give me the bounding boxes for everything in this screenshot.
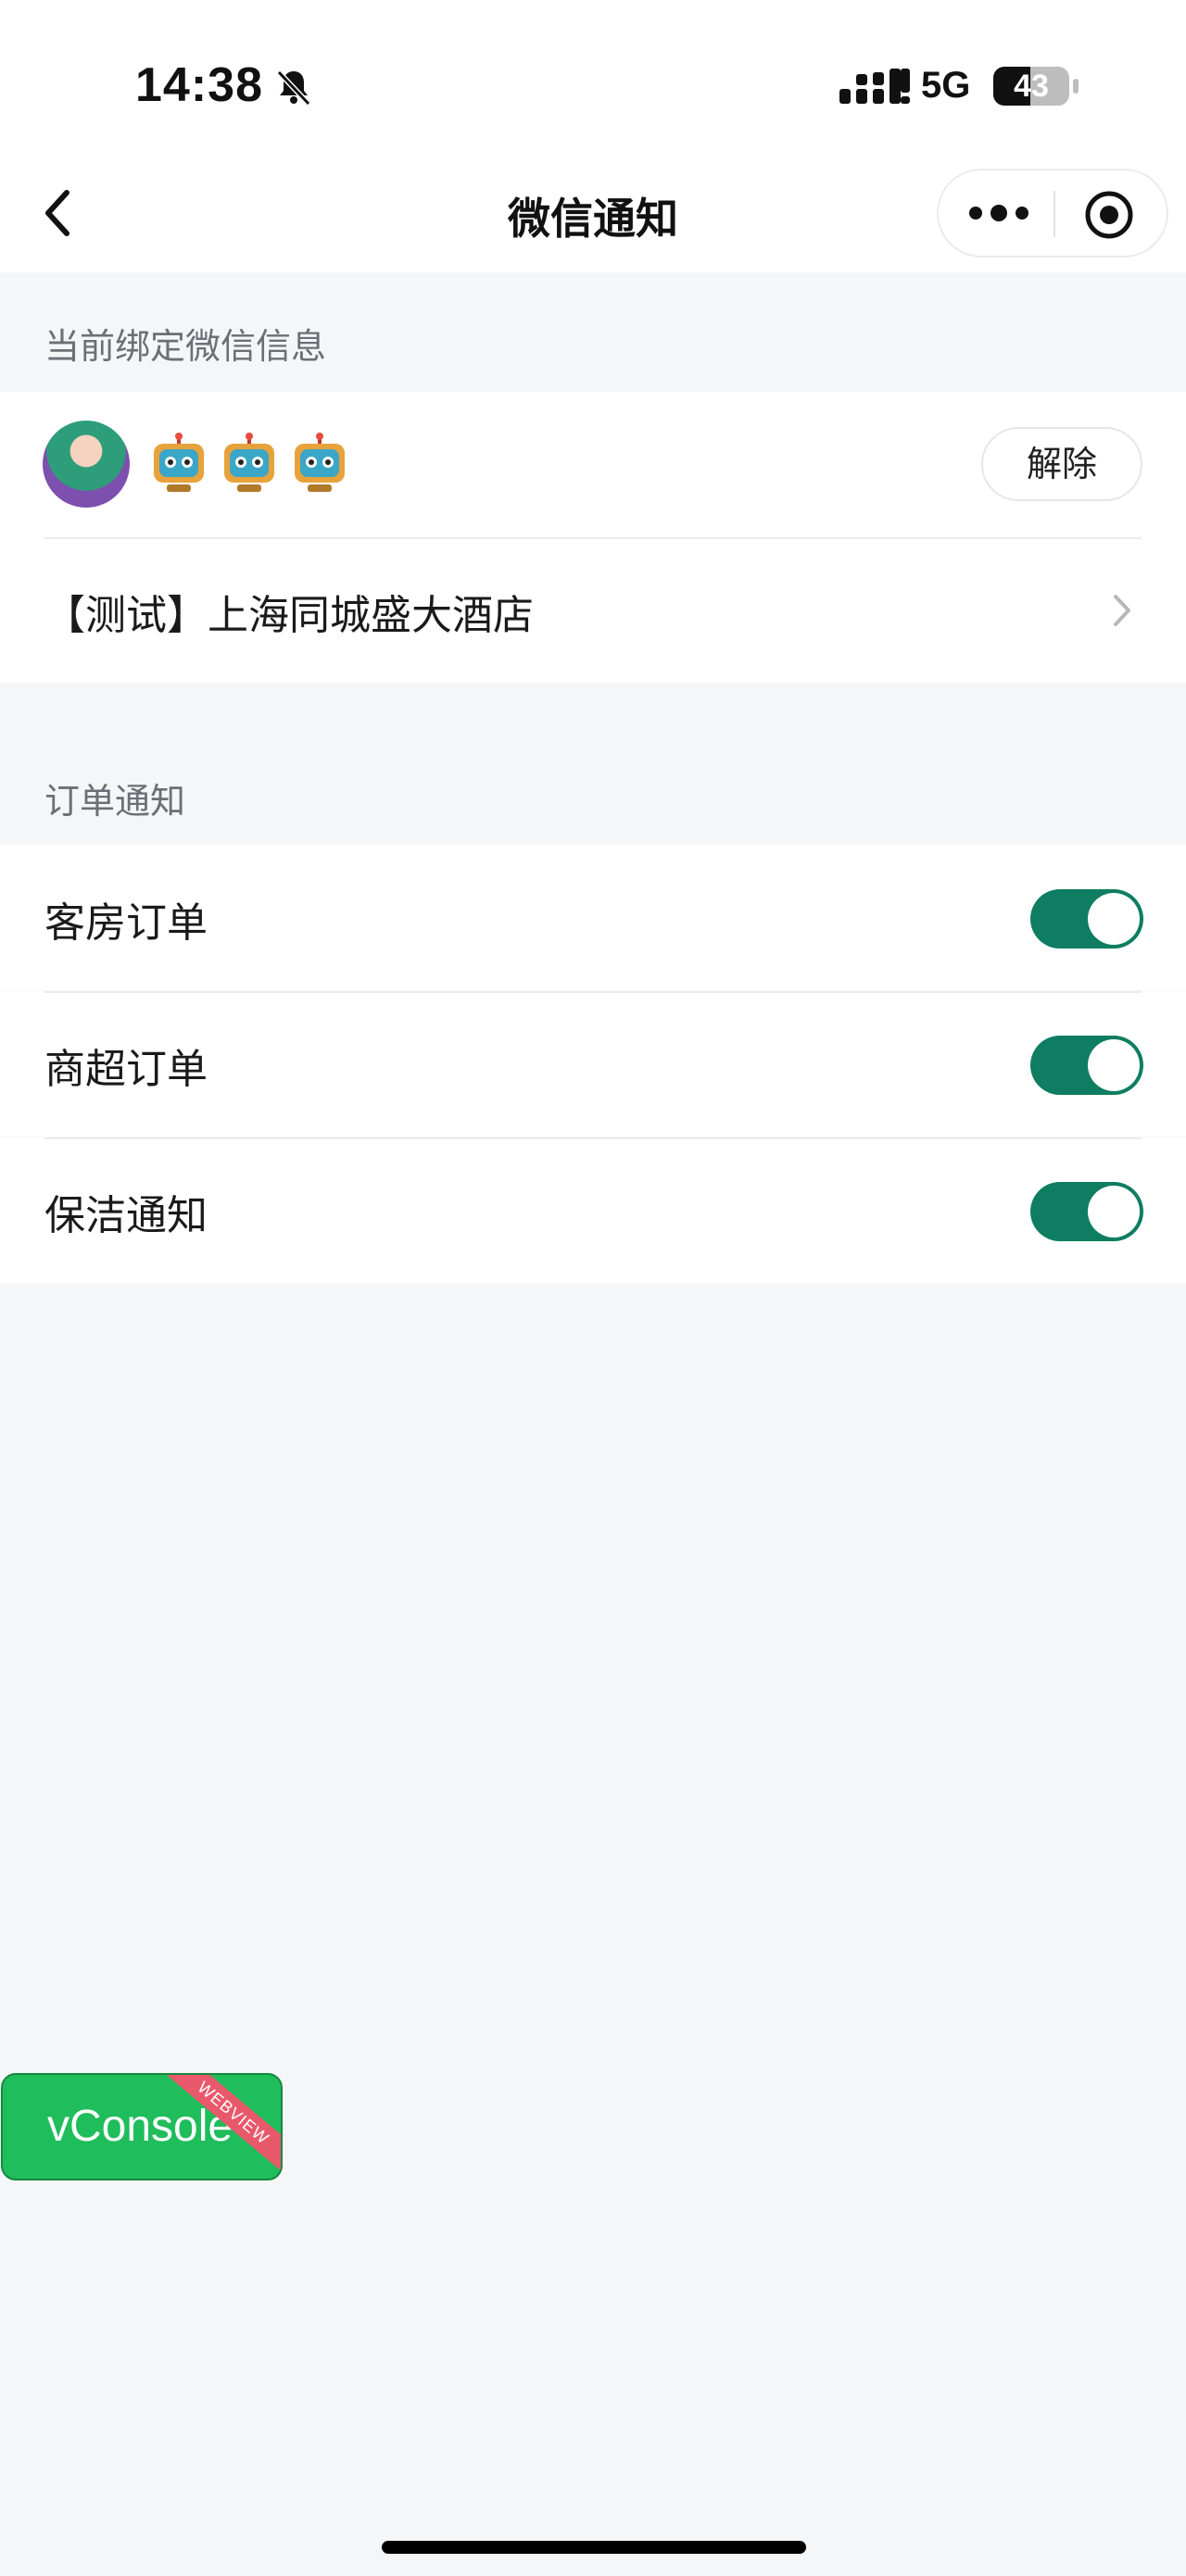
more-icon[interactable] <box>966 198 1031 228</box>
vconsole-button[interactable]: vConsole WEBVIEW <box>1 2073 283 2180</box>
toggle-label: 保洁通知 <box>44 1192 208 1239</box>
toggle-label: 客房订单 <box>44 899 208 947</box>
divider <box>44 537 1142 539</box>
cleaning-toggle[interactable] <box>1030 1182 1143 1241</box>
toggle-knob <box>1088 1039 1140 1091</box>
signal-icon <box>839 69 910 104</box>
toggle-row-shop-orders: 商超订单 <box>0 991 1186 1137</box>
hotel-name: 【测试】上海同城盛大酒店 <box>44 592 534 639</box>
shop-orders-toggle[interactable] <box>1030 1036 1143 1095</box>
toggle-knob <box>1088 1186 1140 1238</box>
toggle-knob <box>1088 893 1140 945</box>
home-indicator <box>382 2541 806 2554</box>
chevron-right-icon <box>1114 595 1130 626</box>
robot-icon <box>224 433 274 492</box>
bound-wechat-row: 解除 <box>0 392 1186 537</box>
capsule-divider <box>1054 191 1055 237</box>
status-time: 14:38 <box>135 58 263 112</box>
nav-bar: 微信通知 <box>0 157 1186 272</box>
mini-program-capsule <box>937 169 1168 258</box>
section-header-bound: 当前绑定微信信息 <box>44 326 327 367</box>
avatar <box>43 421 130 508</box>
robot-icon <box>295 433 345 492</box>
toggle-row-room-orders: 客房订单 <box>0 845 1186 990</box>
hotel-row[interactable]: 【测试】上海同城盛大酒店 <box>0 537 1186 683</box>
bell-muted-icon <box>276 69 311 107</box>
network-type: 5G <box>921 65 971 106</box>
room-orders-toggle[interactable] <box>1030 889 1143 949</box>
toggle-label: 商超订单 <box>44 1046 208 1093</box>
vconsole-label: vConsole <box>47 2102 233 2151</box>
section-header-orders: 订单通知 <box>44 781 186 822</box>
robot-icon <box>154 433 204 492</box>
target-icon[interactable] <box>1083 189 1135 241</box>
divider <box>44 1137 1142 1139</box>
divider <box>44 991 1142 993</box>
unbind-button[interactable]: 解除 <box>981 427 1142 501</box>
toggle-row-cleaning: 保洁通知 <box>0 1137 1186 1283</box>
status-bar: 14:38 5G 43 <box>0 0 1186 157</box>
battery-level: 43 <box>1014 69 1049 104</box>
